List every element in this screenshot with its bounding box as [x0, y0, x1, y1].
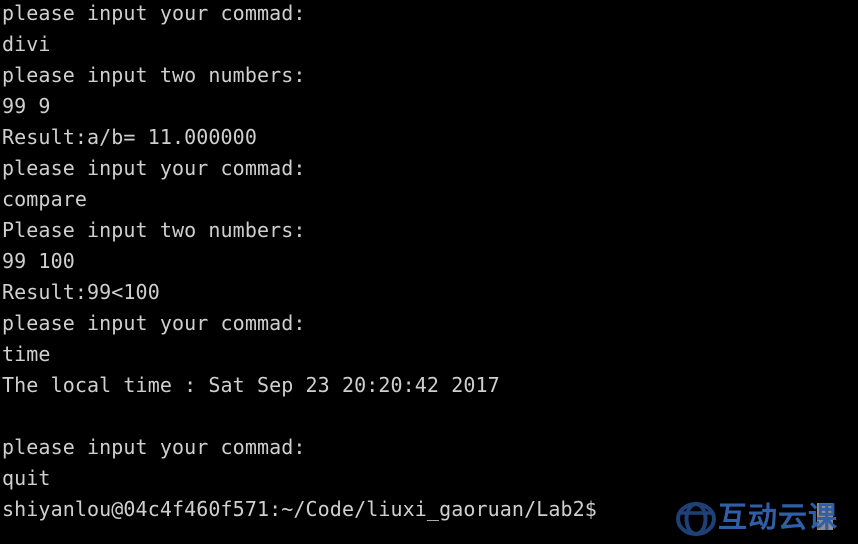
- terminal-line: 99 9: [2, 94, 51, 118]
- terminal-cursor: [817, 503, 833, 530]
- terminal-line: Result:a/b= 11.000000: [2, 125, 257, 149]
- terminal-line: please input your commad:: [2, 435, 306, 459]
- terminal-window[interactable]: please input your commad: divi please in…: [0, 0, 858, 544]
- terminal-line: please input two numbers:: [2, 63, 306, 87]
- terminal-line: The local time : Sat Sep 23 20:20:42 201…: [2, 373, 500, 397]
- terminal-line: divi: [2, 32, 51, 56]
- shell-prompt: shiyanlou@04c4f460f571:~/Code/liuxi_gaor…: [2, 497, 610, 521]
- terminal-line: quit: [2, 466, 51, 490]
- terminal-line: please input your commad:: [2, 1, 306, 25]
- terminal-output: please input your commad: divi please in…: [2, 0, 858, 525]
- terminal-line: compare: [2, 187, 87, 211]
- terminal-line: please input your commad:: [2, 311, 306, 335]
- terminal-line: please input your commad:: [2, 156, 306, 180]
- terminal-line: Please input two numbers:: [2, 218, 306, 242]
- terminal-line: time: [2, 342, 51, 366]
- terminal-line: 99 100: [2, 249, 75, 273]
- terminal-line: Result:99<100: [2, 280, 160, 304]
